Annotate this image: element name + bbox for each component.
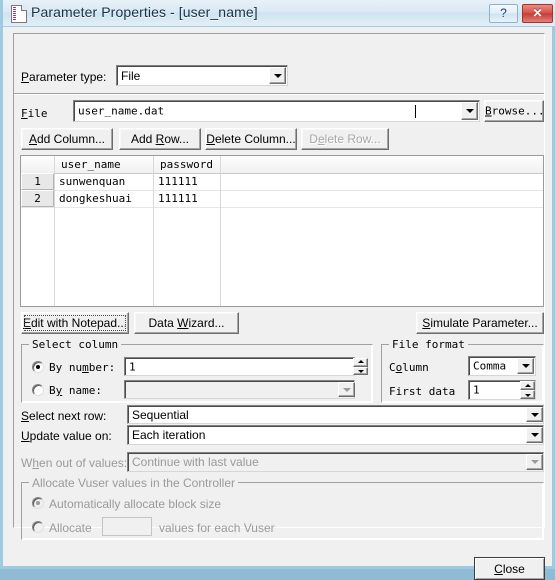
cell-password[interactable]: 111111 xyxy=(158,190,198,207)
select-next-row-label: Select next row: xyxy=(21,409,107,423)
by-number-input[interactable]: 1 xyxy=(124,357,355,376)
parameter-type-chevron-down-icon[interactable] xyxy=(269,67,286,84)
update-value-on-label: Update value on: xyxy=(21,429,112,443)
parameter-data-grid[interactable]: user_name password 1 sunwenquan 111111 2… xyxy=(20,155,544,307)
column-format-chevron-down-icon[interactable] xyxy=(517,358,534,374)
edit-with-notepad-button[interactable]: Edit with Notepad... xyxy=(21,312,129,334)
first-data-label: First data xyxy=(389,385,456,398)
by-name-combo[interactable] xyxy=(124,380,355,399)
cell-password[interactable]: 111111 xyxy=(158,173,198,190)
by-name-radio[interactable] xyxy=(32,384,44,396)
row-number: 1 xyxy=(21,173,54,190)
update-value-on-chevron-down-icon[interactable] xyxy=(526,427,543,443)
select-next-row-chevron-down-icon[interactable] xyxy=(526,407,543,422)
help-button[interactable]: ? xyxy=(489,4,518,23)
allocate-vuser-group-title: Allocate Vuser values in the Controller xyxy=(29,476,238,490)
first-data-stepper[interactable] xyxy=(520,381,535,399)
allocate-values-input xyxy=(102,517,152,536)
select-next-row-value: Sequential xyxy=(132,407,189,422)
parameter-type-combo[interactable]: File xyxy=(116,65,288,86)
by-number-value: 1 xyxy=(129,360,136,373)
data-wizard-button[interactable]: Data Wizard... xyxy=(134,312,239,334)
parameter-properties-window: Parameter Properties - [user_name] ? ✕ P… xyxy=(0,0,555,580)
select-column-group-title: Select column xyxy=(29,338,122,351)
allocate-values-label: Allocate xyxy=(49,521,92,535)
update-value-on-value: Each iteration xyxy=(132,428,206,442)
file-document-icon xyxy=(11,5,27,23)
simulate-parameter-button[interactable]: Simulate Parameter... xyxy=(416,312,544,334)
close-icon-button[interactable]: ✕ xyxy=(522,4,553,23)
window-title: Parameter Properties - [user_name] xyxy=(31,4,258,20)
first-data-value: 1 xyxy=(473,383,480,397)
by-number-stepper[interactable] xyxy=(353,358,368,375)
grid-header-password: password xyxy=(160,158,213,171)
by-name-label: By name: xyxy=(49,384,102,397)
grid-header-row: user_name password xyxy=(21,156,543,174)
when-out-of-values-value: Continue with last value xyxy=(132,455,259,469)
cell-user-name[interactable]: dongkeshuai xyxy=(59,190,132,207)
row-number: 2 xyxy=(21,190,54,207)
file-chevron-down-icon[interactable] xyxy=(461,102,478,120)
parameter-type-label: Parameter type: xyxy=(21,70,107,84)
delete-column-button[interactable]: Delete Column... xyxy=(205,128,297,150)
allocate-values-suffix: values for each Vuser xyxy=(159,521,275,535)
column-format-label: Column xyxy=(389,361,429,374)
by-number-radio[interactable] xyxy=(32,361,44,373)
file-value: user_name.dat xyxy=(78,104,165,118)
grid-column-divider xyxy=(54,156,55,306)
column-format-value: Comma xyxy=(473,359,507,373)
auto-allocate-label: Automatically allocate block size xyxy=(49,497,222,511)
parameter-type-value: File xyxy=(121,68,141,83)
when-out-of-values-combo: Continue with last value xyxy=(127,452,544,472)
cell-user-name[interactable]: sunwenquan xyxy=(59,173,125,190)
when-out-of-values-label: When out of values: xyxy=(21,456,128,470)
select-next-row-combo[interactable]: Sequential xyxy=(127,405,544,424)
file-format-group-title: File format xyxy=(389,338,468,351)
table-row[interactable]: 2 dongkeshuai 111111 xyxy=(21,190,543,208)
add-row-button[interactable]: Add Row... xyxy=(119,128,201,150)
text-caret xyxy=(415,105,416,118)
delete-row-button: Delete Row... xyxy=(301,128,389,150)
when-out-of-values-chevron-down-icon xyxy=(526,454,543,470)
allocate-values-radio xyxy=(32,521,44,533)
title-bar[interactable]: Parameter Properties - [user_name] ? ✕ xyxy=(3,0,555,27)
section-divider-highlight xyxy=(14,94,544,95)
table-row[interactable]: 1 sunwenquan 111111 xyxy=(21,173,543,191)
by-name-chevron-down-icon[interactable] xyxy=(338,382,355,397)
grid-header-user-name: user_name xyxy=(61,158,121,171)
add-column-button[interactable]: Add Column... xyxy=(21,128,113,150)
file-label: File xyxy=(21,107,48,120)
file-combo[interactable]: user_name.dat xyxy=(73,100,480,122)
browse-button[interactable]: Browse... xyxy=(484,100,545,122)
update-value-on-combo[interactable]: Each iteration xyxy=(127,425,544,445)
auto-allocate-radio xyxy=(32,497,44,509)
grid-column-divider xyxy=(153,156,154,306)
dialog-content: Parameter type: File File user_name.dat … xyxy=(6,27,552,580)
grid-column-divider xyxy=(220,156,221,306)
allocate-vuser-group: Allocate Vuser values in the Controller xyxy=(21,476,544,540)
by-number-label: By number: xyxy=(49,361,116,374)
